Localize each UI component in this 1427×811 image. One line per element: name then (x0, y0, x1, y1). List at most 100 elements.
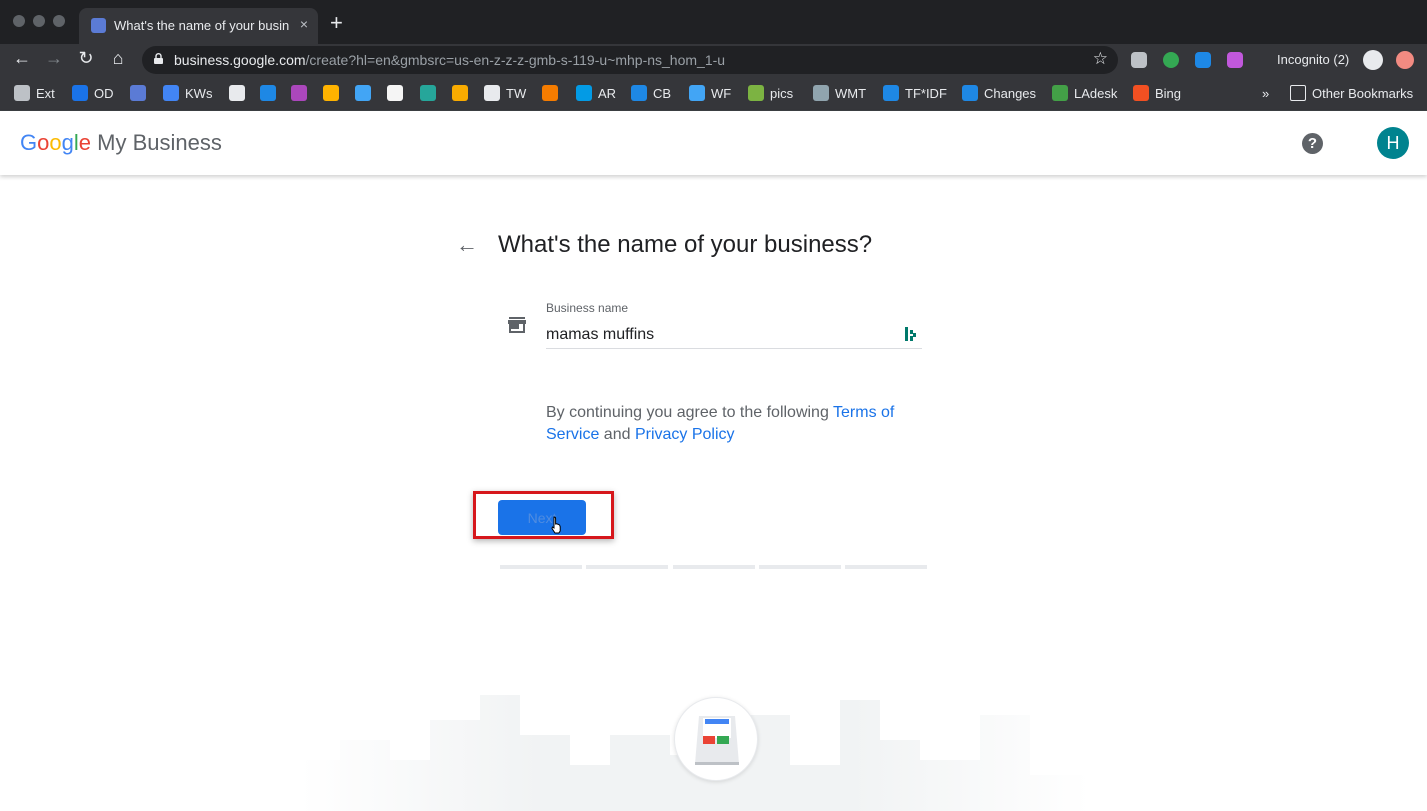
bookmark-label: Changes (984, 85, 1037, 101)
new-tab-icon[interactable]: + (330, 12, 343, 34)
bookmark-favicon-icon (962, 85, 978, 101)
tab-strip: What's the name of your business? × + (0, 0, 1427, 44)
bookmark-favicon-icon (542, 85, 558, 101)
business-name-input[interactable] (546, 322, 922, 349)
bookmark-item[interactable] (291, 84, 313, 102)
bookmark-item[interactable]: CB (631, 84, 671, 102)
bookmark-item[interactable]: Ext (14, 84, 55, 102)
bookmark-favicon-icon (689, 85, 705, 101)
lock-icon (154, 53, 163, 64)
forward-icon[interactable]: → (42, 48, 66, 69)
bookmark-item[interactable]: Bing (1133, 84, 1181, 102)
incognito-label[interactable]: Incognito (2) (1277, 52, 1349, 67)
help-icon[interactable]: ? (1302, 133, 1323, 154)
avatar[interactable]: H (1377, 127, 1409, 159)
bookmark-label: OD (94, 85, 114, 101)
page-title: What's the name of your business? (498, 231, 873, 258)
bookmark-item[interactable]: TF*IDF (883, 84, 947, 102)
bookmark-favicon-icon (420, 85, 436, 101)
bookmark-item[interactable] (229, 84, 251, 102)
tab-active[interactable]: What's the name of your business? × (79, 8, 318, 44)
browser-chrome: What's the name of your business? × + ← … (0, 0, 1427, 111)
bookmark-item[interactable] (542, 84, 564, 102)
bookmark-label: CB (653, 85, 672, 101)
bookmark-label: WF (711, 85, 732, 101)
bookmark-item[interactable]: AR (576, 84, 616, 102)
bookmark-favicon-icon (748, 85, 764, 101)
store-icon (508, 317, 526, 333)
bookmark-label: TF*IDF (905, 85, 947, 101)
bookmark-item[interactable] (452, 84, 474, 102)
bookmark-favicon-icon (576, 85, 592, 101)
bookmark-item[interactable]: KWs (163, 84, 212, 102)
bookmark-item[interactable]: pics (748, 84, 793, 102)
bookmark-favicon-icon (1052, 85, 1068, 101)
bookmark-item[interactable] (323, 84, 345, 102)
extension-field-icon[interactable] (905, 327, 916, 341)
incognito-icon[interactable] (1363, 50, 1383, 70)
bookmark-favicon-icon (163, 85, 179, 101)
bookmark-item[interactable] (260, 84, 282, 102)
bookmark-item[interactable]: WMT (813, 84, 866, 102)
bookmark-favicon-icon (1133, 85, 1149, 101)
maximize-window-icon[interactable] (53, 15, 65, 27)
back-arrow-icon[interactable]: ← (456, 234, 478, 256)
bookmark-item[interactable]: TW (484, 84, 526, 102)
home-icon[interactable]: ⌂ (106, 48, 130, 69)
extension-icon[interactable] (1227, 52, 1243, 68)
bookmark-item[interactable] (130, 84, 152, 102)
pointer-cursor-icon (551, 516, 561, 534)
url-text: business.google.com/create?hl=en&gmbsrc=… (174, 52, 726, 68)
minimize-window-icon[interactable] (33, 15, 45, 27)
bookmark-label: Ext (36, 85, 55, 101)
bookmark-favicon-icon (452, 85, 468, 101)
bookmark-star-icon[interactable]: ☆ (1093, 49, 1108, 69)
google-my-business-logo[interactable]: Google My Business (20, 130, 222, 156)
bookmark-label: pics (770, 85, 794, 101)
other-bookmarks[interactable]: Other Bookmarks (1290, 84, 1413, 102)
progress-step (586, 565, 669, 569)
bookmark-favicon-icon (387, 85, 403, 101)
bookmark-item[interactable] (420, 84, 442, 102)
extension-icon[interactable] (1195, 52, 1211, 68)
bookmark-favicon-icon (130, 85, 146, 101)
next-button[interactable]: Next (498, 500, 586, 535)
bookmark-favicon-icon (631, 85, 647, 101)
bookmark-favicon-icon (484, 85, 500, 101)
terms-notice: By continuing you agree to the following… (546, 404, 895, 443)
progress-step (758, 565, 841, 569)
bookmark-item[interactable]: WF (689, 84, 731, 102)
progress-step (500, 565, 582, 569)
bookmark-favicon-icon (72, 85, 88, 101)
bookmark-favicon-icon (813, 85, 829, 101)
bookmark-label: KWs (185, 85, 213, 101)
bookmark-item[interactable]: LAdesk (1052, 84, 1117, 102)
bookmark-label: LAdesk (1074, 85, 1118, 101)
bookmark-favicon-icon (229, 85, 245, 101)
bookmark-label: Bing (1155, 85, 1182, 101)
google-wordmark: Google (20, 130, 92, 155)
bookmark-item[interactable] (387, 84, 409, 102)
back-icon[interactable]: ← (10, 48, 34, 69)
bookmark-item[interactable]: OD (72, 84, 114, 102)
reload-icon[interactable]: ↻ (74, 48, 98, 69)
address-bar[interactable]: business.google.com/create?hl=en&gmbsrc=… (142, 46, 1118, 74)
bookmark-favicon-icon (355, 85, 371, 101)
progress-step (672, 565, 755, 569)
bookmark-favicon-icon (260, 85, 276, 101)
storefront-illustration (674, 697, 758, 781)
bookmark-label: TW (506, 85, 527, 101)
close-window-icon[interactable] (13, 15, 25, 27)
gmb-favicon-icon (91, 18, 106, 33)
browser-menu-icon[interactable] (1396, 51, 1414, 69)
extension-icon[interactable] (1131, 52, 1147, 68)
bookmark-label: WMT (835, 85, 867, 101)
extension-icon[interactable] (1163, 52, 1179, 68)
bookmark-item[interactable]: Changes (962, 84, 1036, 102)
business-name-label: Business name (546, 301, 629, 315)
tab-close-icon[interactable]: × (300, 16, 308, 32)
folder-icon (1290, 85, 1306, 101)
bookmark-item[interactable] (355, 84, 377, 102)
bookmarks-overflow-icon[interactable]: » (1262, 84, 1269, 102)
privacy-policy-link[interactable]: Privacy Policy (635, 426, 735, 443)
